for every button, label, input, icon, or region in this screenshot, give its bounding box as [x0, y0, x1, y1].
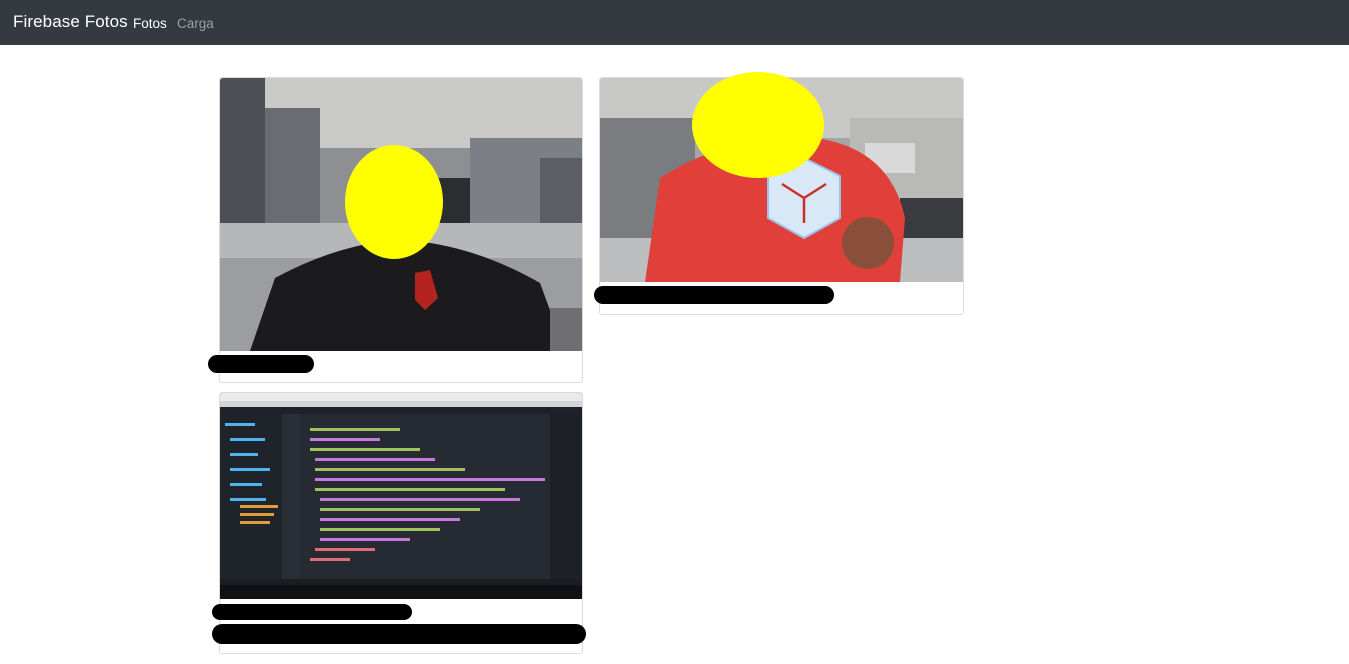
face-mask [692, 72, 824, 178]
navbar-brand[interactable]: Firebase Fotos [13, 12, 128, 32]
nav-link-carga[interactable]: Carga [177, 16, 214, 31]
nav-link-fotos[interactable]: Fotos [133, 16, 167, 31]
photo-image [220, 393, 582, 599]
redaction-bar [208, 355, 314, 373]
redaction-bar [212, 624, 586, 644]
navbar: Firebase Fotos Fotos Carga [0, 0, 1349, 45]
photo-card [594, 72, 964, 315]
photo-card [208, 77, 583, 383]
photo-card [212, 392, 586, 654]
redaction-bar [594, 286, 834, 304]
face-mask [345, 145, 443, 259]
redaction-bar [212, 604, 412, 620]
